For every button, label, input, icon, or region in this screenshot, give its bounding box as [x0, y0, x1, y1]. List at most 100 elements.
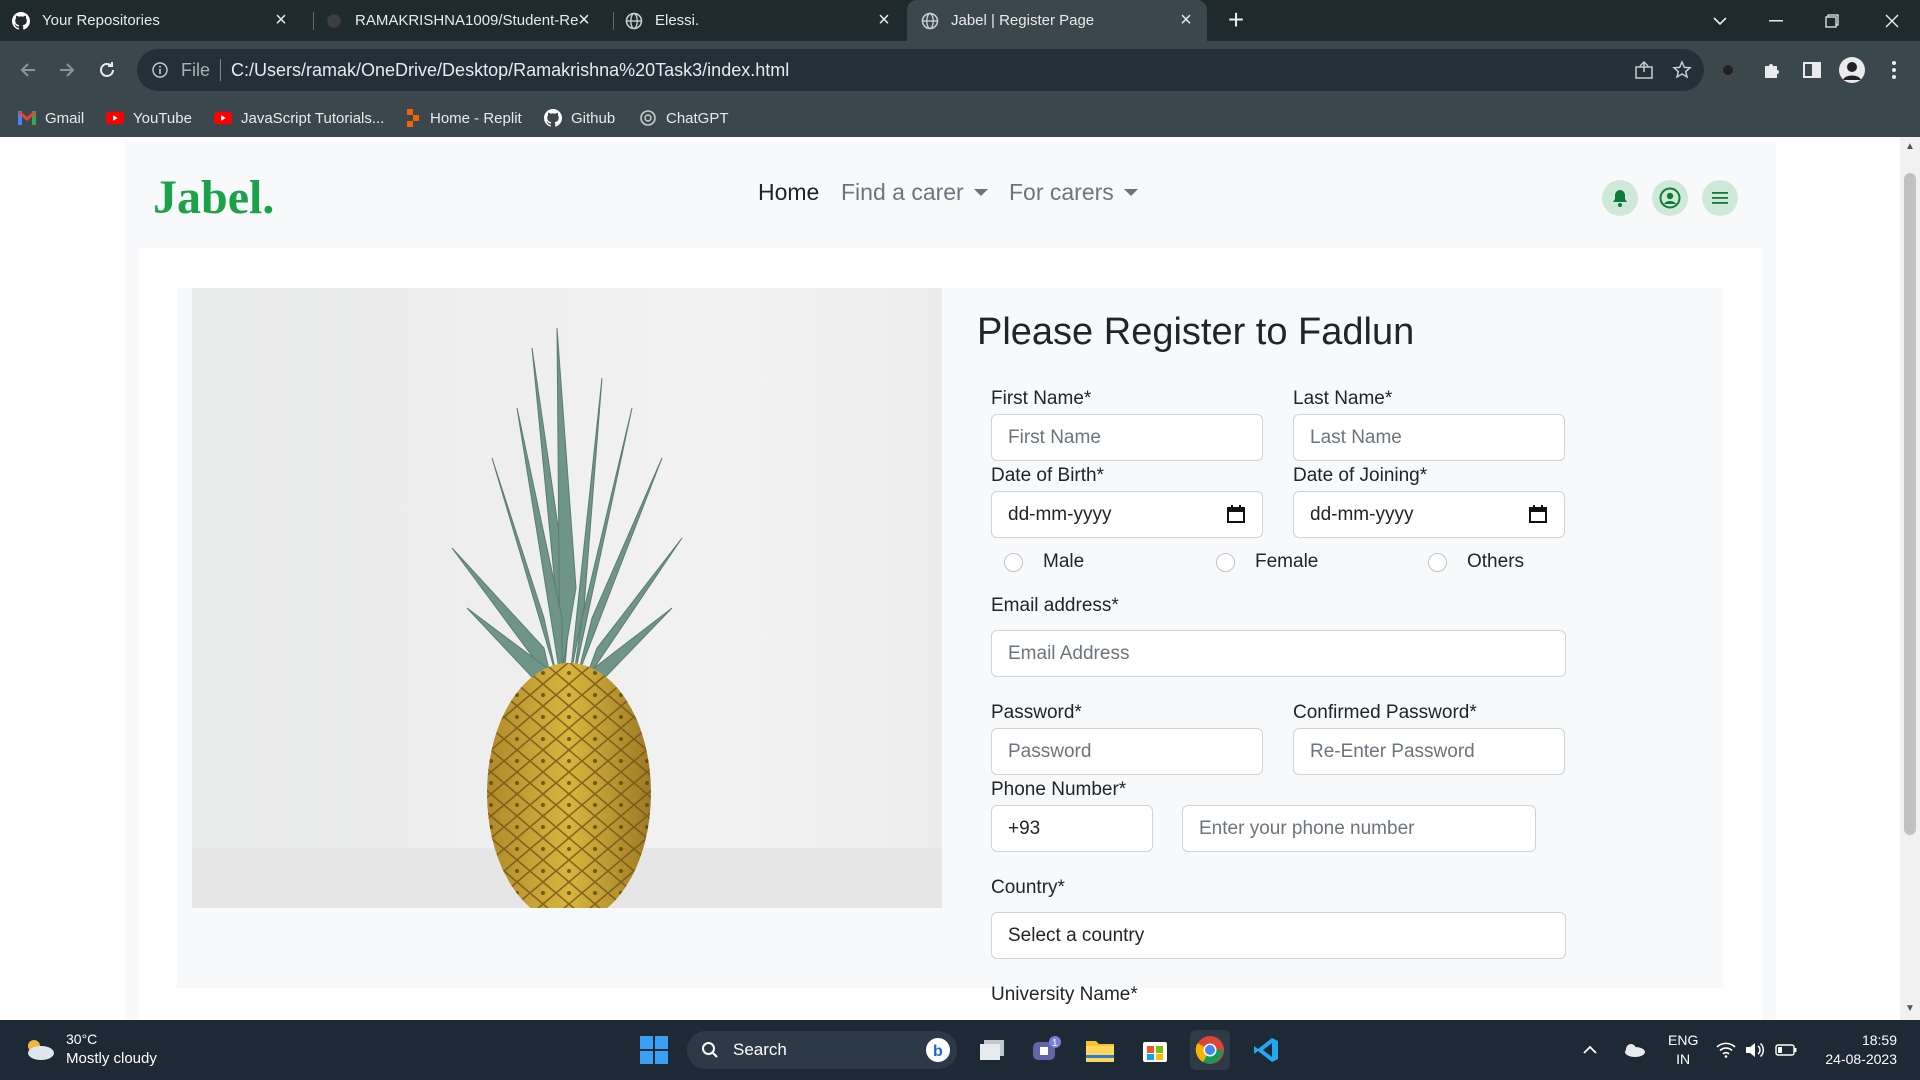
side-panel-icon[interactable] [1798, 56, 1826, 84]
restore-icon[interactable] [1806, 0, 1858, 41]
bookmark-youtube[interactable]: YouTube [106, 99, 192, 137]
scroll-down-arrow-icon[interactable]: ▼ [1904, 1003, 1916, 1017]
page-scrollbar[interactable]: ▲ ▼ [1900, 137, 1920, 1020]
weather-widget[interactable]: 30°C Mostly cloudy [22, 1029, 157, 1069]
extensions-puzzle-icon[interactable] [1758, 56, 1786, 84]
menu-button[interactable] [1702, 180, 1738, 216]
microsoft-store-icon[interactable] [1135, 1030, 1175, 1070]
radio-circle[interactable] [1216, 552, 1235, 572]
tab-search-chevron-icon[interactable] [1694, 0, 1746, 41]
reload-icon[interactable] [91, 54, 123, 86]
forward-arrow-icon[interactable] [51, 54, 83, 86]
close-window-icon[interactable] [1866, 0, 1918, 41]
bookmark-label: JavaScript Tutorials... [241, 109, 385, 127]
extension-dot-icon[interactable] [1714, 56, 1742, 84]
bookmark-label: YouTube [133, 109, 192, 127]
bookmark-label: ChatGPT [666, 109, 729, 127]
vscode-icon[interactable] [1246, 1030, 1286, 1070]
confirm-password-input[interactable]: Re-Enter Password [1293, 728, 1565, 775]
replit-icon [403, 109, 421, 127]
doj-input[interactable]: dd-mm-yyyy [1293, 491, 1565, 538]
clock[interactable]: 18:59 24-08-2023 [1817, 1020, 1897, 1080]
scrollbar-thumb[interactable] [1904, 173, 1916, 835]
last-name-input[interactable]: Last Name [1293, 414, 1565, 461]
url-divider [220, 59, 222, 81]
gender-male-radio[interactable]: Male [1004, 551, 1084, 573]
email-input[interactable]: Email Address [991, 630, 1566, 677]
bookmark-github[interactable]: Github [544, 99, 615, 137]
tab-divider [313, 12, 314, 30]
phone-label: Phone Number* [991, 779, 1127, 800]
wifi-icon[interactable] [1716, 1020, 1736, 1080]
nav-find-a-carer[interactable]: Find a carer [841, 179, 988, 206]
scroll-up-arrow-icon[interactable]: ▲ [1904, 141, 1916, 155]
radio-circle[interactable] [1428, 552, 1447, 572]
show-hidden-icons[interactable] [1582, 1020, 1598, 1080]
share-icon[interactable] [1630, 56, 1658, 84]
bookmark-replit[interactable]: Home - Replit [403, 99, 522, 137]
new-tab-button[interactable]: + [1221, 5, 1251, 35]
cloud-sun-icon [28, 1040, 54, 1060]
password-input[interactable]: Password [991, 728, 1263, 775]
nav-label: Find a carer [841, 179, 964, 205]
teams-chat-icon[interactable]: 1 [1026, 1030, 1066, 1070]
calendar-icon[interactable] [1528, 504, 1548, 524]
confirm-password-label: Confirmed Password* [1293, 702, 1477, 723]
taskbar-search[interactable]: Search b [687, 1031, 957, 1069]
minimize-icon[interactable] [1750, 0, 1802, 41]
brand-logo[interactable]: Jabel. [153, 170, 274, 225]
browser-tab-strip: Your Repositories × RAMAKRISHNA1009/Stud… [0, 0, 1920, 41]
address-bar[interactable]: File C:/Users/ramak/OneDrive/Desktop/Ram… [137, 49, 1704, 91]
close-tab-icon[interactable]: × [1177, 10, 1195, 30]
volume-icon[interactable] [1745, 1020, 1765, 1080]
email-label: Email address* [991, 595, 1119, 616]
file-explorer-icon[interactable] [1080, 1030, 1120, 1070]
back-arrow-icon[interactable] [12, 54, 44, 86]
tab-jabel-register[interactable]: Jabel | Register Page × [907, 0, 1207, 41]
bookmark-label: Home - Replit [430, 109, 522, 127]
battery-icon[interactable] [1775, 1020, 1797, 1080]
close-tab-icon[interactable]: × [875, 10, 893, 30]
nav-for-carers[interactable]: For carers [1009, 179, 1138, 206]
bookmark-gmail[interactable]: Gmail [18, 99, 84, 137]
nav-home[interactable]: Home [758, 179, 819, 206]
windows-start-icon[interactable] [634, 1030, 674, 1070]
tab-student-repo[interactable]: RAMAKRISHNA1009/Student-Re × [325, 0, 605, 41]
dob-input[interactable]: dd-mm-yyyy [991, 491, 1263, 538]
phone-number-input[interactable]: Enter your phone number [1182, 805, 1536, 852]
first-name-input[interactable]: First Name [991, 414, 1263, 461]
browser-menu-icon[interactable] [1880, 56, 1908, 84]
gender-female-radio[interactable]: Female [1216, 551, 1318, 573]
bookmark-star-icon[interactable] [1668, 56, 1696, 84]
onedrive-cloud-icon[interactable] [1622, 1020, 1646, 1080]
bookmark-label: Gmail [45, 109, 85, 127]
info-icon[interactable] [152, 62, 168, 78]
bing-icon[interactable]: b [925, 1037, 951, 1063]
radio-label: Others [1467, 551, 1525, 572]
bookmark-chatgpt[interactable]: ChatGPT [639, 99, 729, 137]
user-account-button[interactable] [1652, 180, 1688, 216]
password-label: Password* [991, 702, 1082, 723]
task-view-icon[interactable] [972, 1030, 1012, 1070]
tab-your-repositories[interactable]: Your Repositories × [12, 0, 302, 41]
profile-avatar-icon[interactable] [1838, 56, 1866, 84]
chrome-taskbar-icon[interactable] [1190, 1030, 1230, 1070]
tab-elessi[interactable]: Elessi. × [625, 0, 905, 41]
url-text[interactable]: C:/Users/ramak/OneDrive/Desktop/Ramakris… [231, 60, 789, 81]
calendar-icon[interactable] [1226, 504, 1246, 524]
windows-taskbar: 30°C Mostly cloudy Search b 1 ENG IN 18:… [0, 1020, 1920, 1080]
first-name-label: First Name* [991, 388, 1092, 409]
country-select[interactable]: Select a country [991, 912, 1566, 959]
notifications-button[interactable] [1602, 180, 1638, 216]
radio-label: Female [1255, 551, 1319, 572]
phone-code-select[interactable]: +93 [991, 805, 1153, 852]
gender-others-radio[interactable]: Others [1428, 551, 1524, 573]
bookmark-javascript-tutorials[interactable]: JavaScript Tutorials... [214, 99, 384, 137]
bell-icon [1613, 190, 1627, 207]
language-indicator[interactable]: ENG IN [1668, 1020, 1698, 1080]
close-tab-icon[interactable]: × [575, 10, 593, 30]
youtube-icon [106, 109, 124, 127]
radio-circle[interactable] [1004, 552, 1023, 572]
country-label: Country* [991, 877, 1065, 898]
close-tab-icon[interactable]: × [272, 10, 290, 30]
